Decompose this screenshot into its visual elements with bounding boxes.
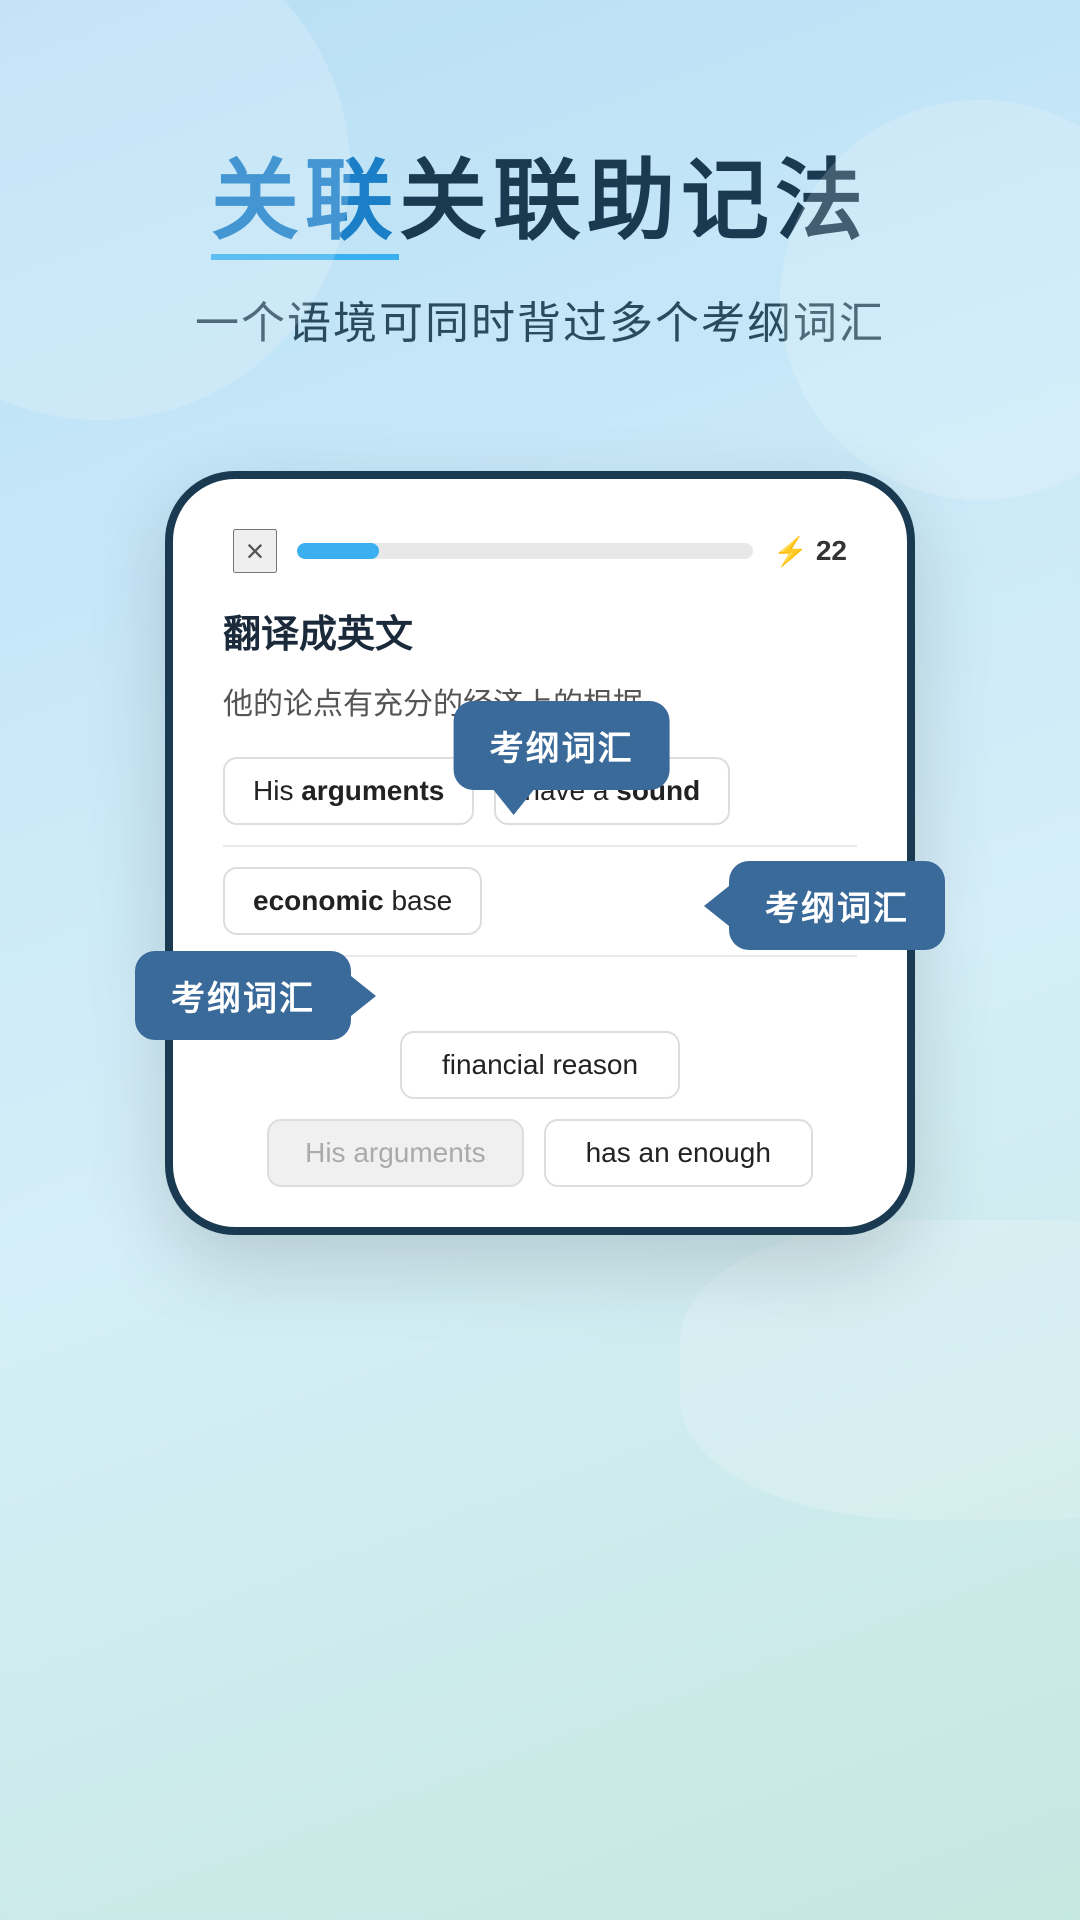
- option-financial-reason[interactable]: financial reason: [400, 1031, 680, 1099]
- bottom-options: financial reason His arguments has an en…: [223, 1031, 857, 1227]
- score-value: 22: [816, 535, 847, 567]
- progress-bar-container: [297, 543, 753, 559]
- bold-economic: economic: [253, 885, 384, 916]
- divider-1: [223, 845, 857, 847]
- score-area: ⚡ 22: [773, 535, 847, 568]
- card-label: 翻译成英文: [223, 603, 857, 658]
- page-container: 关联关联助记法 一个语境可同时背过多个考纲词汇 考纲词汇 考纲词汇 考纲词汇 ×: [0, 0, 1080, 1920]
- tooltip-vocabulary-3: 考纲词汇: [135, 951, 351, 1040]
- tooltip-vocabulary-2: 考纲词汇: [729, 861, 945, 950]
- option-has-an-enough[interactable]: has an enough: [544, 1119, 813, 1187]
- close-button[interactable]: ×: [233, 529, 277, 573]
- answer-chip-economic[interactable]: economic base: [223, 867, 482, 935]
- phone-wrapper: 考纲词汇 考纲词汇 考纲词汇 × ⚡ 22: [165, 471, 915, 1235]
- close-icon: ×: [246, 533, 265, 570]
- last-row: His arguments has an enough: [267, 1119, 813, 1187]
- phone-status-bar: × ⚡ 22: [223, 529, 857, 573]
- lightning-icon: ⚡: [773, 535, 808, 568]
- bold-arguments: arguments: [301, 775, 444, 806]
- phone-frame: × ⚡ 22 翻译成英文 他的论点有充分的经济上的根据 His argument…: [165, 471, 915, 1235]
- tooltip-vocabulary-1: 考纲词汇: [454, 701, 670, 790]
- progress-bar-fill: [297, 543, 379, 559]
- bg-decoration-3: [680, 1220, 1080, 1520]
- option-his-arguments-dimmed[interactable]: His arguments: [267, 1119, 524, 1187]
- answer-chip-arguments[interactable]: His arguments: [223, 757, 474, 825]
